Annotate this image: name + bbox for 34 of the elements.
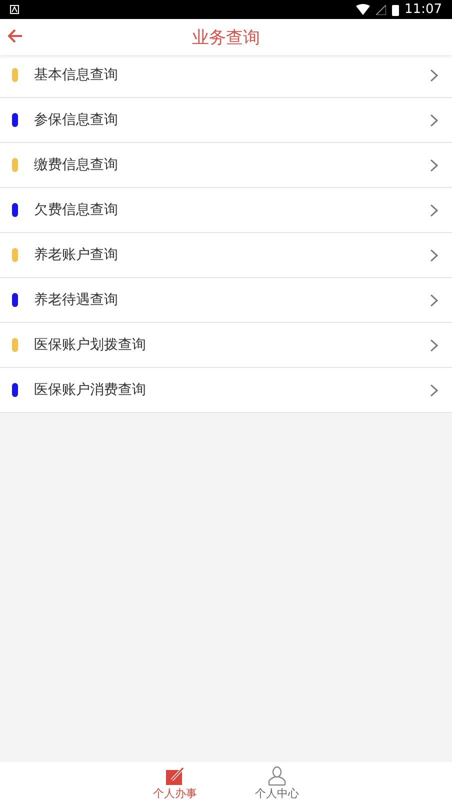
notification-icon (10, 5, 19, 14)
tab[interactable]: 个人办事 (149, 762, 201, 804)
edit-icon (164, 766, 186, 786)
person-icon (266, 766, 288, 786)
menu-item-label: 欠费信息查询 (34, 201, 119, 219)
menu-item[interactable]: 养老账户查询 (0, 233, 452, 278)
status-time: 11:07 (404, 2, 442, 17)
chevron-icon (430, 384, 438, 396)
menu-item-label: 参保信息查询 (34, 111, 119, 129)
chevron-icon (430, 68, 438, 82)
menu-item[interactable]: 参保信息查询 (0, 98, 452, 143)
chevron-icon (430, 158, 438, 172)
menu-item-label: 医保账户划拨查询 (34, 336, 147, 354)
tab[interactable]: 个人中心 (251, 762, 303, 804)
chevron-icon (430, 338, 438, 352)
menu-item[interactable]: 基本信息查询 (0, 53, 452, 98)
menu-item[interactable]: 欠费信息查询 (0, 188, 452, 233)
chevron-icon (430, 204, 438, 216)
chevron-icon (430, 248, 438, 262)
menu-item-label: 缴费信息查询 (34, 156, 119, 174)
page-title: 业务查询 (192, 26, 260, 48)
menu-item[interactable]: 养老待遇查询 (0, 278, 452, 323)
menu-item-label: 基本信息查询 (34, 66, 119, 84)
menu-item[interactable]: 缴费信息查询 (0, 143, 452, 188)
menu-item-label: 养老账户查询 (34, 246, 119, 264)
signal-icon (376, 4, 386, 14)
menu-item[interactable]: 医保账户划拨查询 (0, 323, 452, 368)
menu-item[interactable]: 医保账户消费查询 (0, 368, 452, 413)
menu-item-label: 医保账户消费查询 (34, 381, 147, 399)
chevron-icon (430, 294, 438, 306)
battery-icon (392, 4, 399, 16)
chevron-icon (430, 114, 438, 126)
menu-item-label: 养老待遇查询 (34, 291, 119, 309)
wifi-icon (356, 4, 370, 15)
